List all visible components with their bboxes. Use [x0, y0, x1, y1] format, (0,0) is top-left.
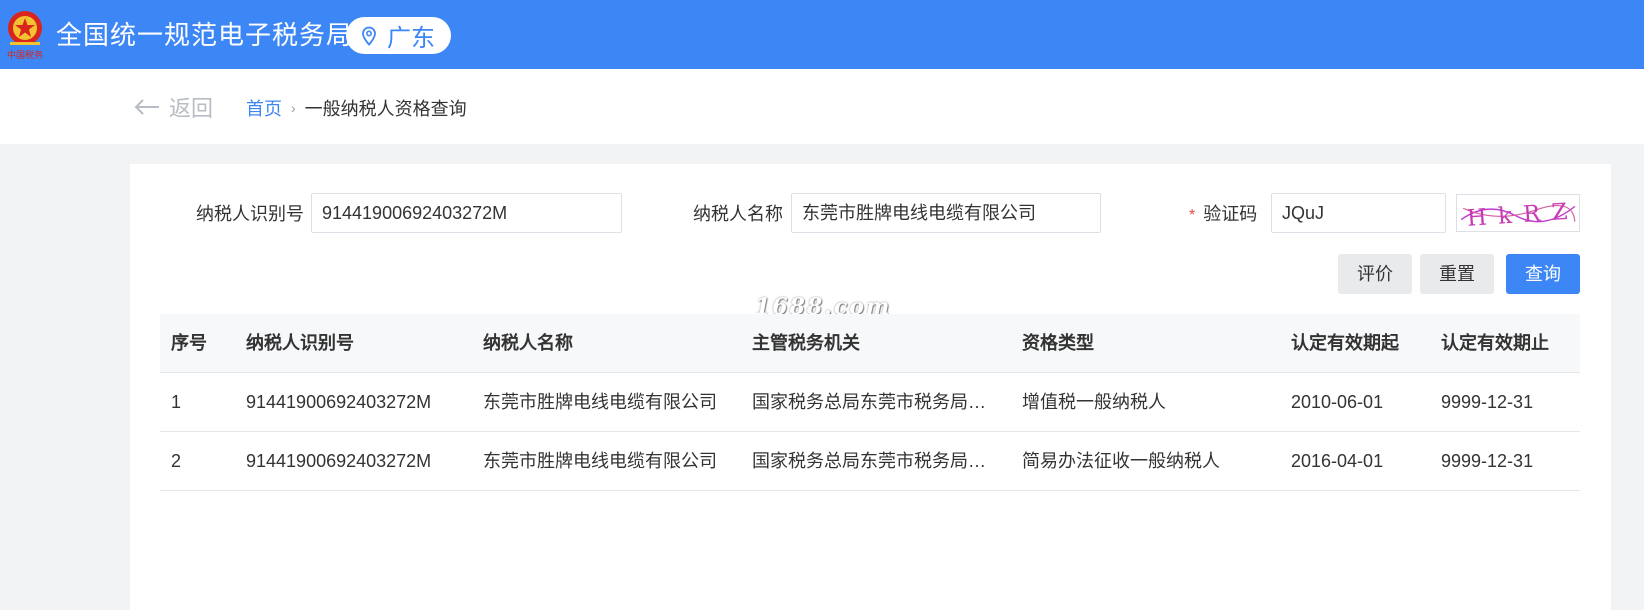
back-label: 返回: [169, 96, 214, 121]
breadcrumb-current: 一般纳税人资格查询: [304, 99, 467, 119]
table-cell: 9999-12-31: [1441, 451, 1534, 471]
breadcrumb-bar: 返回 首页 › 一般纳税人资格查询: [0, 69, 1644, 144]
table-cell: 91441900692403272M: [246, 451, 432, 471]
column-header: 纳税人名称: [483, 333, 573, 353]
table-cell: 东莞市胜牌电线电缆有限公司: [483, 451, 717, 471]
breadcrumb-home-link[interactable]: 首页: [246, 95, 282, 121]
table-cell: 2: [171, 451, 182, 471]
results-table: 序号 纳税人识别号 纳税人名称 主管税务机关 资格类型 认定有效期起 认定有效期…: [160, 314, 1580, 491]
taxpayer-name-label: 纳税人名称: [693, 204, 783, 224]
table-header-row: 序号 纳税人识别号 纳税人名称 主管税务机关 资格类型 认定有效期起 认定有效期…: [160, 314, 1580, 373]
table-cell: 简易办法征收一般纳税人: [1022, 451, 1220, 471]
table-cell: 1: [171, 392, 182, 412]
query-button[interactable]: 查询: [1506, 254, 1580, 294]
arrow-left-icon: [134, 99, 159, 115]
tax-emblem-logo: 中国税务: [7, 11, 43, 61]
app-title: 全国统一规范电子税务局: [56, 20, 354, 50]
taxpayer-id-label: 纳税人识别号: [196, 204, 304, 224]
taxpayer-name-input[interactable]: 东莞市胜牌电线电缆有限公司: [791, 193, 1101, 233]
captcha-label-text: 验证码: [1203, 204, 1258, 224]
taxpayer-id-input[interactable]: 91441900692403272M: [311, 193, 622, 233]
chevron-right-icon: ›: [291, 100, 296, 116]
table-row: 1 91441900692403272M 东莞市胜牌电线电缆有限公司 国家税务总…: [160, 373, 1580, 432]
column-header: 纳税人识别号: [246, 333, 354, 353]
back-button[interactable]: 返回: [133, 91, 213, 123]
emblem-text: 中国税务: [7, 49, 43, 61]
table-cell: 国家税务总局东莞市税务局虎...: [752, 392, 997, 412]
captcha-text: HkRZ: [1466, 198, 1579, 232]
table-cell: 增值税一般纳税人: [1022, 392, 1166, 412]
location-pin-icon: [362, 26, 376, 46]
table-cell: 国家税务总局东莞市税务局虎...: [752, 451, 997, 471]
table-cell: 东莞市胜牌电线电缆有限公司: [483, 392, 717, 412]
breadcrumb: 首页 › 一般纳税人资格查询: [246, 95, 467, 121]
column-header: 资格类型: [1022, 333, 1094, 353]
captcha-input[interactable]: JQuJ: [1271, 193, 1446, 233]
column-header: 认定有效期起: [1291, 333, 1399, 353]
table-cell: 91441900692403272M: [246, 392, 432, 412]
column-header: 主管税务机关: [752, 333, 860, 353]
evaluate-button[interactable]: 评价: [1338, 254, 1412, 294]
captcha-label: * 验证码: [1189, 194, 1257, 236]
column-header: 序号: [171, 333, 207, 353]
column-header: 认定有效期止: [1441, 333, 1549, 353]
table-cell: 2010-06-01: [1291, 392, 1384, 412]
region-selector[interactable]: 广东: [346, 17, 451, 54]
reset-button[interactable]: 重置: [1420, 254, 1494, 294]
table-cell: 2016-04-01: [1291, 451, 1384, 471]
region-label: 广东: [387, 25, 435, 52]
table-row: 2 91441900692403272M 东莞市胜牌电线电缆有限公司 国家税务总…: [160, 432, 1580, 491]
table-cell: 9999-12-31: [1441, 392, 1534, 412]
query-card: 纳税人识别号 91441900692403272M 纳税人名称 东莞市胜牌电线电…: [130, 164, 1611, 610]
captcha-image[interactable]: HkRZ: [1456, 194, 1580, 232]
required-mark: *: [1189, 207, 1196, 224]
top-header: 中国税务 全国统一规范电子税务局 广东: [0, 0, 1644, 69]
